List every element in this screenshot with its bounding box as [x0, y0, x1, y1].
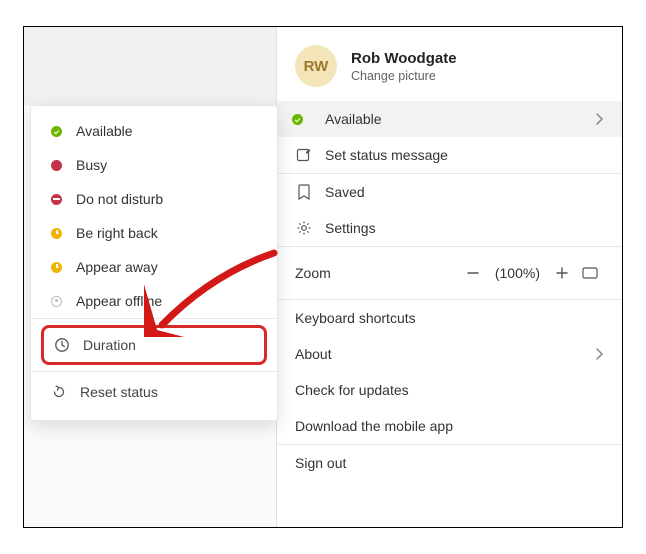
menu-download-label: Download the mobile app: [295, 418, 453, 434]
menu-updates-label: Check for updates: [295, 382, 409, 398]
menu-available-label: Available: [325, 111, 382, 127]
menu-saved[interactable]: Saved: [277, 174, 622, 210]
profile-menu-panel: RW Rob Woodgate Change picture Available…: [276, 27, 622, 527]
menu-about[interactable]: About: [277, 336, 622, 372]
menu-settings[interactable]: Settings: [277, 210, 622, 246]
status-offline[interactable]: Appear offline: [31, 284, 277, 318]
zoom-percentage: (100%): [495, 265, 540, 281]
presence-offline-icon: [51, 296, 62, 307]
avatar[interactable]: RW: [295, 45, 337, 87]
presence-dnd-icon: [51, 194, 62, 205]
clock-icon: [54, 337, 70, 353]
status-available[interactable]: Available: [31, 114, 277, 148]
presence-away-icon: [51, 262, 62, 273]
change-picture-link[interactable]: Change picture: [351, 69, 457, 83]
bookmark-icon: [295, 183, 313, 201]
status-brb-label: Be right back: [76, 225, 158, 241]
status-duration[interactable]: Duration: [41, 325, 267, 365]
menu-updates[interactable]: Check for updates: [277, 372, 622, 408]
status-brb[interactable]: Be right back: [31, 216, 277, 250]
presence-brb-icon: [51, 228, 62, 239]
menu-settings-label: Settings: [325, 220, 376, 236]
status-dnd-label: Do not disturb: [76, 191, 163, 207]
gear-icon: [295, 219, 313, 237]
chevron-right-icon: [596, 348, 604, 360]
reset-icon: [51, 384, 67, 400]
screenshot-frame: RW Rob Woodgate Change picture Available…: [23, 26, 623, 528]
menu-saved-label: Saved: [325, 184, 365, 200]
status-reset[interactable]: Reset status: [31, 372, 277, 412]
zoom-row: Zoom (100%): [277, 247, 622, 299]
zoom-out-button[interactable]: [459, 259, 487, 287]
chevron-right-icon: [596, 113, 604, 125]
menu-shortcuts-label: Keyboard shortcuts: [295, 310, 416, 326]
menu-set-status[interactable]: Set status message: [277, 137, 622, 173]
menu-signout[interactable]: Sign out: [277, 445, 622, 481]
menu-about-label: About: [295, 346, 332, 362]
status-duration-label: Duration: [83, 337, 136, 353]
status-available-label: Available: [76, 123, 133, 139]
presence-available-icon: [51, 126, 62, 137]
zoom-in-button[interactable]: [548, 259, 576, 287]
edit-status-icon: [295, 146, 313, 164]
menu-available[interactable]: Available: [277, 101, 622, 137]
profile-name: Rob Woodgate: [351, 50, 457, 67]
menu-download[interactable]: Download the mobile app: [277, 408, 622, 444]
profile-row: RW Rob Woodgate Change picture: [277, 27, 622, 101]
status-reset-label: Reset status: [80, 384, 158, 400]
menu-shortcuts[interactable]: Keyboard shortcuts: [277, 300, 622, 336]
menu-set-status-label: Set status message: [325, 147, 448, 163]
presence-busy-icon: [51, 160, 62, 171]
status-busy-label: Busy: [76, 157, 107, 173]
presence-available-icon: [295, 110, 313, 128]
status-offline-label: Appear offline: [76, 293, 162, 309]
menu-signout-label: Sign out: [295, 455, 346, 471]
zoom-label: Zoom: [295, 265, 331, 281]
status-away[interactable]: Appear away: [31, 250, 277, 284]
status-dnd[interactable]: Do not disturb: [31, 182, 277, 216]
status-away-label: Appear away: [76, 259, 158, 275]
divider: [31, 318, 277, 319]
fullscreen-icon[interactable]: [576, 259, 604, 287]
status-submenu-panel: Available Busy Do not disturb Be right b…: [30, 105, 278, 421]
status-busy[interactable]: Busy: [31, 148, 277, 182]
